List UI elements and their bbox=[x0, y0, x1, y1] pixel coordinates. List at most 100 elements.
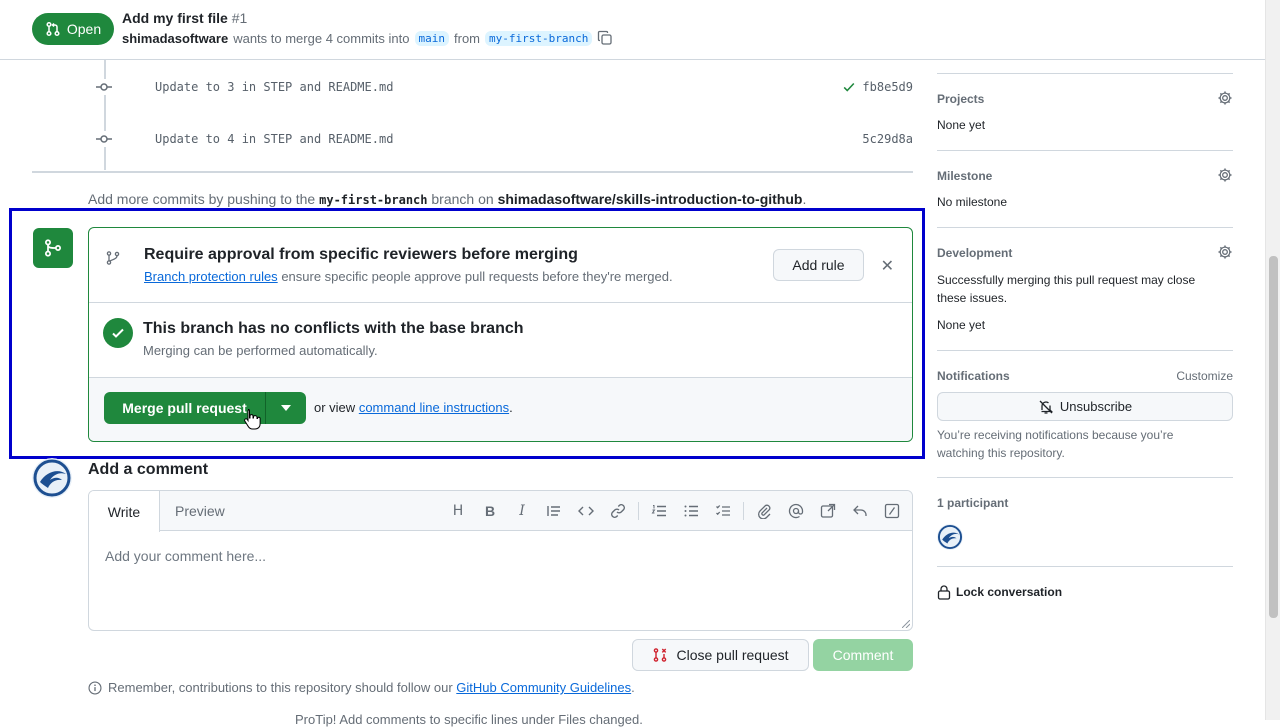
merge-box-content: This branch has no conflicts with the ba… bbox=[88, 227, 913, 442]
lock-conversation-label: Lock conversation bbox=[956, 585, 1063, 599]
merge-text: wants to merge 4 commits into bbox=[233, 30, 410, 46]
code-icon[interactable] bbox=[570, 499, 602, 523]
push-note-prefix: Add more commits by pushing to the bbox=[88, 191, 316, 207]
commit-sha-wrap: fb8e5d9 bbox=[842, 80, 913, 94]
development-value: None yet bbox=[937, 318, 986, 332]
cross-reference-icon[interactable] bbox=[812, 499, 844, 523]
guidelines-suffix: . bbox=[631, 680, 635, 695]
info-icon bbox=[88, 680, 102, 695]
commit-row[interactable]: Update to 3 in STEP and README.md fb8e5d… bbox=[96, 77, 916, 97]
tab-write[interactable]: Write bbox=[89, 491, 160, 532]
git-commit-icon bbox=[96, 131, 112, 147]
copy-icon[interactable] bbox=[597, 30, 613, 46]
scrollbar-thumb[interactable] bbox=[1269, 256, 1278, 618]
head-branch-tag[interactable]: my-first-branch bbox=[485, 30, 593, 46]
page-scrollbar[interactable] bbox=[1265, 0, 1280, 720]
push-note-branch: my-first-branch bbox=[319, 193, 428, 207]
gear-icon[interactable] bbox=[1217, 167, 1233, 183]
commit-sha[interactable]: fb8e5d9 bbox=[862, 80, 913, 94]
resize-handle-icon[interactable] bbox=[902, 620, 910, 628]
editor-header: Write Preview H B I bbox=[89, 491, 912, 532]
or-view-suffix: . bbox=[509, 400, 513, 415]
pr-title: Add my first file #1 bbox=[122, 10, 247, 26]
git-pull-request-icon bbox=[46, 21, 60, 37]
unsubscribe-label: Unsubscribe bbox=[1059, 399, 1133, 414]
lock-icon bbox=[937, 585, 951, 600]
commit-message[interactable]: Update to 4 in STEP and README.md bbox=[155, 132, 393, 146]
avatar[interactable] bbox=[32, 458, 72, 498]
milestone-label[interactable]: Milestone bbox=[937, 169, 992, 183]
commit-sha[interactable]: 5c29d8a bbox=[862, 132, 913, 146]
participants-label: 1 participant bbox=[937, 496, 1009, 510]
italic-icon[interactable]: I bbox=[506, 499, 538, 523]
sidebar-milestone: Milestone No milestone bbox=[937, 150, 1233, 227]
git-commit-icon bbox=[96, 79, 112, 95]
pr-subtitle: shimadasoftware wants to merge 4 commits… bbox=[122, 30, 613, 46]
paperclip-icon[interactable] bbox=[748, 499, 780, 523]
tab-preview[interactable]: Preview bbox=[175, 503, 225, 519]
pr-state-badge: Open bbox=[32, 13, 114, 45]
toolbar-divider bbox=[743, 502, 744, 520]
close-pull-request-button[interactable]: Close pull request bbox=[632, 639, 809, 671]
chevron-down-icon[interactable] bbox=[266, 392, 306, 424]
gear-icon[interactable] bbox=[1217, 244, 1233, 260]
projects-value: None yet bbox=[937, 118, 986, 132]
or-view-text: or view command line instructions. bbox=[314, 400, 513, 415]
merge-pull-request-button[interactable]: Merge pull request bbox=[104, 392, 266, 424]
notifications-label: Notifications bbox=[937, 369, 1010, 383]
slash-command-icon[interactable] bbox=[876, 499, 908, 523]
unordered-list-icon[interactable] bbox=[675, 499, 707, 523]
pr-author-link[interactable]: shimadasoftware bbox=[122, 31, 228, 46]
milestone-value: No milestone bbox=[937, 195, 1008, 209]
status-desc: Merging can be performed automatically. bbox=[143, 343, 378, 358]
hand-pointer-icon bbox=[244, 409, 261, 430]
sidebar-participants: 1 participant bbox=[937, 477, 1233, 566]
check-circle-badge bbox=[103, 318, 133, 348]
commit-row[interactable]: Update to 4 in STEP and README.md 5c29d8… bbox=[96, 129, 916, 149]
push-note-suffix: . bbox=[802, 191, 807, 207]
quote-icon[interactable] bbox=[538, 499, 570, 523]
heading-icon[interactable]: H bbox=[442, 499, 474, 523]
base-branch-tag[interactable]: main bbox=[414, 30, 449, 46]
guidelines-note: Remember, contributions to this reposito… bbox=[88, 680, 635, 695]
gear-icon[interactable] bbox=[1217, 90, 1233, 106]
lock-conversation-link[interactable]: Lock conversation bbox=[937, 584, 1062, 600]
unsubscribe-button[interactable]: Unsubscribe bbox=[937, 392, 1233, 421]
push-note-middle: branch on bbox=[431, 191, 494, 207]
git-pull-request-closed-icon bbox=[654, 648, 667, 662]
bell-slash-icon bbox=[1039, 400, 1053, 414]
status-title: This branch has no conflicts with the ba… bbox=[143, 320, 524, 337]
toolbar-divider bbox=[638, 502, 639, 520]
pr-header: Open Add my first file #1 shimadasoftwar… bbox=[0, 0, 1265, 60]
markdown-toolbar: H B I bbox=[442, 499, 908, 523]
development-label[interactable]: Development bbox=[937, 246, 1012, 260]
pr-number: #1 bbox=[231, 10, 248, 26]
avatar[interactable] bbox=[937, 524, 963, 550]
check-icon bbox=[112, 328, 124, 338]
community-guidelines-link[interactable]: GitHub Community Guidelines bbox=[456, 680, 631, 695]
sidebar-development: Development Successfully merging this pu… bbox=[937, 227, 1233, 350]
task-list-icon[interactable] bbox=[707, 499, 739, 523]
bold-icon[interactable]: B bbox=[474, 499, 506, 523]
add-comment-heading: Add a comment bbox=[88, 461, 209, 478]
push-note-repo-link[interactable]: shimadasoftware/skills-introduction-to-g… bbox=[498, 191, 803, 207]
notifications-desc: You’re receiving notifications because y… bbox=[937, 428, 1174, 460]
commit-message[interactable]: Update to 3 in STEP and README.md bbox=[155, 80, 393, 94]
check-icon bbox=[844, 82, 855, 92]
comment-textarea[interactable]: Add your comment here... bbox=[105, 548, 266, 564]
link-icon[interactable] bbox=[602, 499, 634, 523]
reply-icon[interactable] bbox=[844, 499, 876, 523]
command-line-instructions-link[interactable]: command line instructions bbox=[359, 400, 509, 415]
timeline-end-divider bbox=[32, 171, 913, 173]
projects-label[interactable]: Projects bbox=[937, 92, 984, 106]
mention-icon[interactable] bbox=[780, 499, 812, 523]
customize-link[interactable]: Customize bbox=[1176, 369, 1233, 383]
comment-button[interactable]: Comment bbox=[813, 639, 913, 671]
git-merge-icon bbox=[44, 239, 62, 257]
from-text: from bbox=[454, 30, 480, 46]
merge-status-badge bbox=[33, 228, 73, 268]
push-note: Add more commits by pushing to the my-fi… bbox=[88, 191, 806, 207]
pr-state-label: Open bbox=[66, 21, 102, 37]
ordered-list-icon[interactable] bbox=[643, 499, 675, 523]
commit-sha-wrap: 5c29d8a bbox=[862, 132, 913, 146]
